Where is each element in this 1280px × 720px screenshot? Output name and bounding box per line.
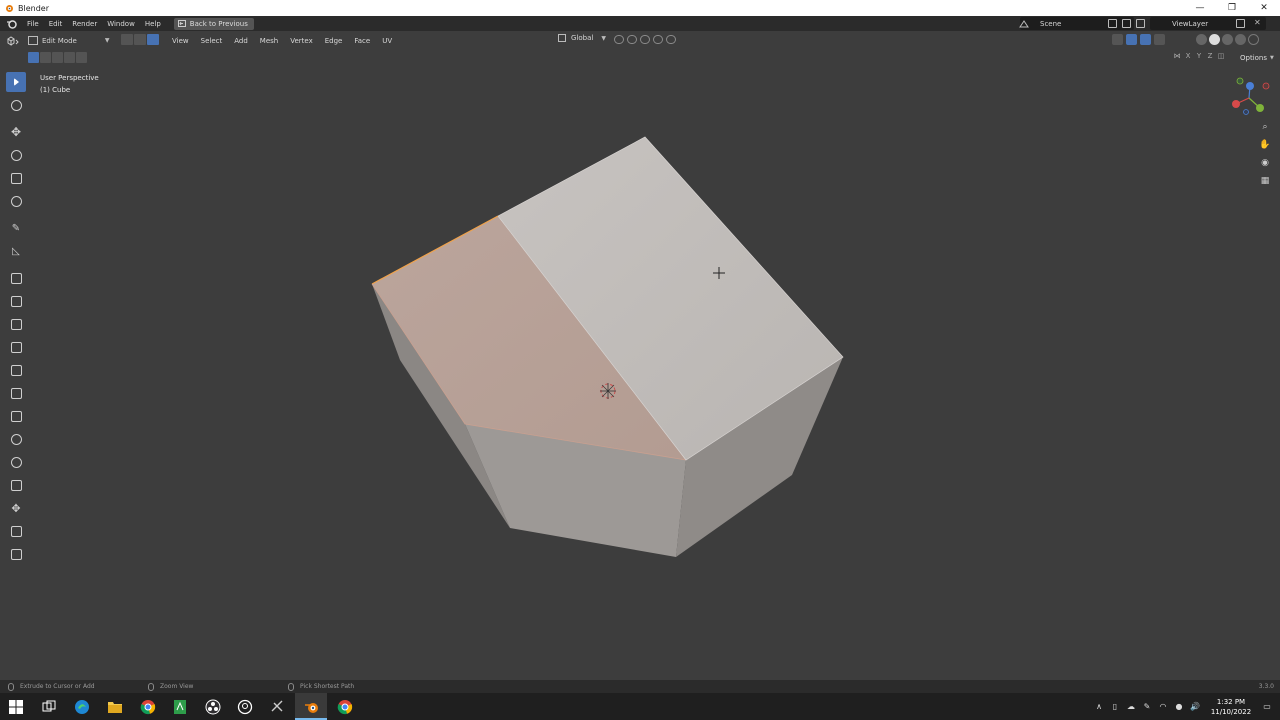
blender-taskbar-icon[interactable] [303, 698, 320, 715]
status-left: Extrude to Cursor or Add [8, 682, 95, 691]
edge-browser-icon[interactable] [73, 698, 90, 715]
transform-icon [10, 195, 22, 207]
measure-tool[interactable]: ◺ [6, 241, 26, 261]
viewport-3d-canvas[interactable] [0, 0, 1280, 720]
object-name: (1) Cube [40, 86, 71, 94]
gizmo-x-axis[interactable] [1232, 100, 1240, 108]
navigation-gizmo[interactable] [1224, 76, 1274, 120]
navigation-buttons: ⌕ ✋ ◉ ▦ [1258, 120, 1274, 192]
mouse-middle-icon [148, 682, 154, 691]
cloud-icon[interactable]: ☁ [1126, 702, 1136, 712]
file-explorer-icon[interactable] [106, 698, 123, 715]
show-hidden-icons-icon[interactable]: ∧ [1094, 702, 1104, 712]
chrome-icon[interactable] [139, 698, 156, 715]
annotate-tool[interactable]: ✎ [6, 218, 26, 238]
inset-tool[interactable] [6, 314, 26, 334]
smooth-tool[interactable] [6, 452, 26, 472]
magnifier-app-icon[interactable] [236, 698, 253, 715]
spin-tool[interactable] [6, 429, 26, 449]
microphone-icon[interactable]: ● [1174, 702, 1184, 712]
status-middle-action: Zoom View [160, 683, 194, 690]
rip-region-icon [10, 548, 22, 560]
windows-start-icon[interactable] [7, 698, 24, 715]
shrink-fatten-icon: ✥ [11, 501, 21, 515]
cursor-tool[interactable] [6, 95, 26, 115]
knife-tool[interactable] [6, 383, 26, 403]
bevel-icon [10, 341, 22, 353]
extrude-icon [10, 295, 22, 307]
rotate-tool[interactable] [6, 145, 26, 165]
device-icon[interactable]: ▯ [1110, 702, 1120, 712]
obs-icon[interactable] [204, 698, 221, 715]
ruler-icon: ◺ [12, 245, 20, 257]
tool-shelf: ✥ ✎ ◺ ✥ [6, 72, 26, 567]
pan-hand-icon[interactable]: ✋ [1258, 138, 1272, 152]
edge-slide-icon [10, 479, 22, 491]
shear-tool[interactable] [6, 521, 26, 541]
volume-icon[interactable]: 🔊 [1190, 702, 1200, 712]
transform-tool[interactable] [6, 191, 26, 211]
shear-icon [10, 525, 22, 537]
loop-cut-tool[interactable] [6, 360, 26, 380]
mouse-right-icon [288, 682, 294, 691]
chrome-second-icon[interactable] [336, 698, 353, 715]
status-right: Pick Shortest Path [288, 682, 355, 691]
rip-region-tool[interactable] [6, 544, 26, 564]
poly-build-tool[interactable] [6, 406, 26, 426]
pen-icon[interactable]: ✎ [1142, 702, 1152, 712]
clock-date: 11/10/2022 [1210, 707, 1252, 716]
perspective-toggle-icon[interactable]: ▦ [1258, 174, 1272, 188]
inset-icon [10, 318, 22, 330]
version-label: 3.3.0 [1258, 683, 1274, 690]
scale-icon [10, 172, 22, 184]
edge-slide-tool[interactable] [6, 475, 26, 495]
poly-build-icon [10, 410, 22, 422]
shrink-fatten-tool[interactable]: ✥ [6, 498, 26, 518]
gizmo-z-axis[interactable] [1246, 82, 1254, 90]
move-tool[interactable]: ✥ [6, 122, 26, 142]
move-icon: ✥ [10, 125, 22, 139]
status-bar: Extrude to Cursor or Add Zoom View Pick … [0, 680, 1280, 693]
view-name: User Perspective [40, 74, 99, 82]
select-box-tool[interactable] [6, 72, 26, 92]
tool-app-icon[interactable] [269, 698, 286, 715]
gizmo-y-axis[interactable] [1256, 104, 1264, 112]
add-cube-icon [10, 272, 22, 284]
status-middle: Zoom View [148, 682, 194, 691]
bevel-tool[interactable] [6, 337, 26, 357]
pencil-icon: ✎ [11, 222, 21, 234]
app-green-icon[interactable] [171, 698, 188, 715]
camera-view-icon[interactable]: ◉ [1258, 156, 1272, 170]
3d-cursor[interactable] [600, 383, 616, 399]
cursor-icon [10, 99, 22, 111]
blender-window: Blender — ❐ ✕ File Edit Render Window He… [0, 0, 1280, 720]
add-cube-tool[interactable] [6, 268, 26, 288]
extrude-tool[interactable] [6, 291, 26, 311]
clock-time: 1:32 PM [1216, 697, 1246, 706]
cursor-arrow-icon [13, 78, 19, 86]
wifi-icon[interactable]: ◠ [1158, 702, 1168, 712]
system-clock[interactable]: 1:32 PM 11/10/2022 [1209, 697, 1253, 717]
zoom-icon[interactable]: ⌕ [1258, 120, 1272, 134]
status-right-action: Pick Shortest Path [300, 683, 355, 690]
viewport-info: User Perspective (1) Cube [40, 72, 99, 96]
system-tray: ∧ ▯ ☁ ✎ ◠ ● 🔊 1:32 PM 11/10/2022 ▭ [1091, 693, 1280, 720]
smooth-icon [10, 456, 22, 468]
windows-taskbar: ∧ ▯ ☁ ✎ ◠ ● 🔊 1:32 PM 11/10/2022 ▭ [0, 693, 1280, 720]
spin-icon [10, 433, 22, 445]
status-left-action: Extrude to Cursor or Add [20, 683, 95, 690]
mouse-left-icon [8, 682, 14, 691]
task-view-icon[interactable] [40, 698, 57, 715]
rotate-icon [10, 149, 22, 161]
loop-cut-icon [10, 364, 22, 376]
knife-icon [10, 387, 22, 399]
notification-icon[interactable]: ▭ [1262, 702, 1272, 712]
scale-tool[interactable] [6, 168, 26, 188]
